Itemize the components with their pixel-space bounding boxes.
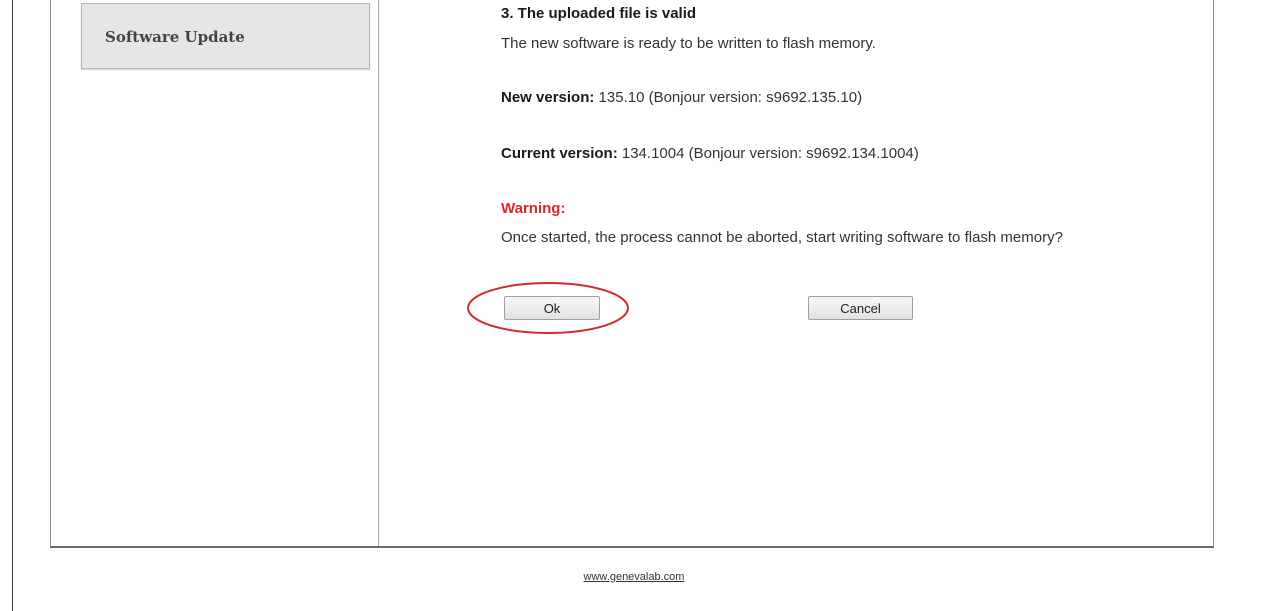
step-title: 3. The uploaded file is valid [501,5,697,22]
cancel-button[interactable]: Cancel [808,296,913,320]
sidebar: Software Update [51,0,379,546]
new-version-label: New version: [501,89,595,106]
warning-message: Once started, the process cannot be abor… [501,229,1063,246]
current-version-line: Current version: 134.1004 (Bonjour versi… [501,145,919,162]
ready-text: The new software is ready to be written … [501,35,876,52]
current-version-label: Current version: [501,145,618,162]
new-version-line: New version: 135.10 (Bonjour version: s9… [501,89,862,106]
footer-link[interactable]: www.genevalab.com [0,571,1268,583]
sidebar-item-software-update[interactable]: Software Update [81,3,370,69]
new-version-value: 135.10 (Bonjour version: s9692.135.10) [598,89,863,106]
sidebar-item-label: Software Update [105,28,245,46]
current-version-value: 134.1004 (Bonjour version: s9692.134.100… [621,145,919,162]
main-frame: Software Update [50,0,1214,548]
ok-button[interactable]: Ok [504,296,600,320]
page-left-border [12,0,13,611]
warning-title: Warning: [501,200,566,217]
